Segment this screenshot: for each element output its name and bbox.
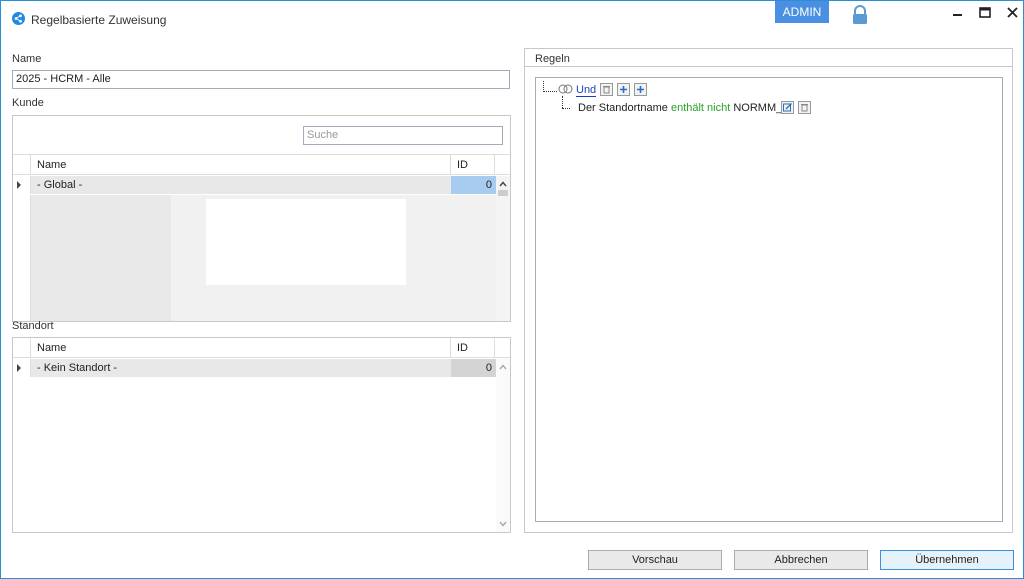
name-label: Name [12, 53, 42, 65]
preview-button[interactable]: Vorschau [588, 550, 722, 570]
kunde-scrollbar[interactable] [496, 176, 510, 321]
dialog-window: Regelbasierte Zuweisung ADMIN Name 2025 … [0, 0, 1024, 579]
rule-operator[interactable]: enthält nicht [671, 102, 730, 114]
table-row[interactable]: - Global - 0 [13, 176, 496, 194]
and-operator-icon [558, 84, 573, 94]
column-name[interactable]: Name [31, 155, 451, 175]
rule-field: Der Standortname [578, 102, 668, 114]
row-id: 0 [451, 359, 496, 377]
name-field[interactable]: 2025 - HCRM - Alle [12, 70, 510, 89]
add-condition-icon[interactable] [617, 83, 630, 96]
close-icon[interactable] [1001, 5, 1024, 21]
row-id: 0 [451, 176, 496, 194]
column-id[interactable]: ID [451, 155, 495, 175]
title-bar: Regelbasierte Zuweisung ADMIN [1, 1, 1023, 37]
column-name[interactable]: Name [31, 338, 451, 358]
apply-button[interactable]: Übernehmen [880, 550, 1014, 570]
standort-label: Standort [12, 320, 54, 332]
kunde-grid-header: Name ID [13, 155, 510, 175]
standort-panel: Name ID - Kein Standort - 0 [12, 337, 511, 533]
row-expander-icon[interactable] [17, 364, 21, 372]
cancel-button[interactable]: Abbrechen [734, 550, 868, 570]
add-group-icon[interactable] [634, 83, 647, 96]
delete-group-icon[interactable] [600, 83, 613, 96]
row-expander-icon[interactable] [17, 181, 21, 189]
lock-icon[interactable] [851, 5, 869, 25]
rules-tree: Und Der Standortname enthält nicht NORMM… [535, 77, 1003, 522]
share-icon [12, 12, 25, 25]
kunde-label: Kunde [12, 97, 44, 109]
rules-panel-label: Regeln [535, 53, 570, 65]
rule-value[interactable]: NORMM_ [733, 102, 782, 114]
table-row[interactable]: - Kein Standort - 0 [13, 359, 496, 377]
standort-grid-header: Name ID [13, 338, 510, 358]
column-id[interactable]: ID [451, 338, 495, 358]
edit-rule-icon[interactable] [781, 101, 794, 114]
kunde-panel: Suche Name ID - Global - 0 [12, 115, 511, 322]
rule-condition[interactable]: Der Standortname enthält nicht NORMM_ [578, 102, 782, 114]
root-operator-link[interactable]: Und [576, 84, 597, 97]
minimize-icon[interactable] [945, 5, 969, 21]
row-name: - Kein Standort - [37, 362, 118, 374]
maximize-icon[interactable] [973, 5, 997, 21]
admin-badge[interactable]: ADMIN [775, 1, 829, 23]
delete-rule-icon[interactable] [798, 101, 811, 114]
window-title: Regelbasierte Zuweisung [31, 13, 167, 27]
search-input[interactable]: Suche [303, 126, 503, 145]
standort-scrollbar[interactable] [496, 359, 510, 532]
row-name: - Global - [37, 179, 83, 191]
blurred-rows [31, 195, 496, 321]
